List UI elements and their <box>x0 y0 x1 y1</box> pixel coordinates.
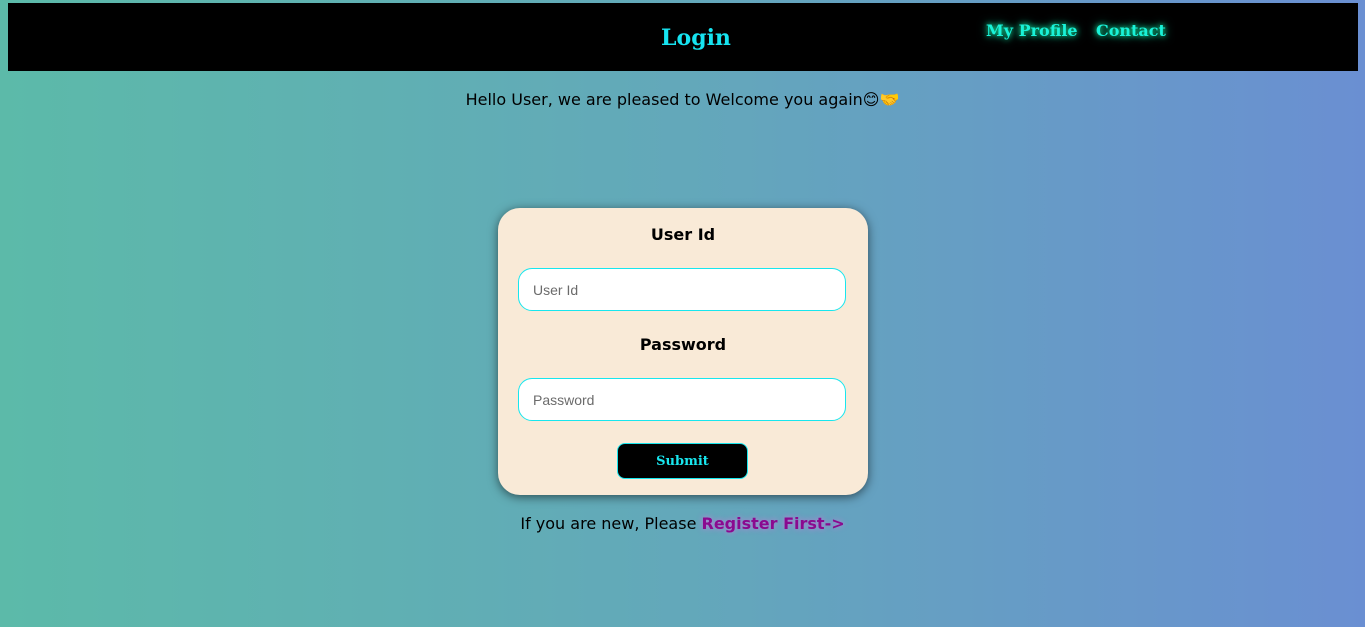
register-prompt-text: If you are new, Please <box>520 514 702 533</box>
password-input[interactable] <box>518 378 846 421</box>
submit-button[interactable]: Submit <box>617 443 748 479</box>
register-prompt: If you are new, Please Register First-> <box>0 513 1365 535</box>
register-link[interactable]: Register First-> <box>702 514 845 533</box>
nav-link-contact[interactable]: Contact <box>1096 21 1166 41</box>
userid-label: User Id <box>650 225 716 244</box>
login-form-card: User Id Password Submit <box>498 208 868 495</box>
userid-input[interactable] <box>518 268 846 311</box>
top-navbar: Login My Profile Contact <box>8 3 1358 71</box>
welcome-message: Hello User, we are pleased to Welcome yo… <box>465 90 900 109</box>
nav-link-my-profile[interactable]: My Profile <box>986 21 1078 41</box>
password-label: Password <box>639 335 727 354</box>
